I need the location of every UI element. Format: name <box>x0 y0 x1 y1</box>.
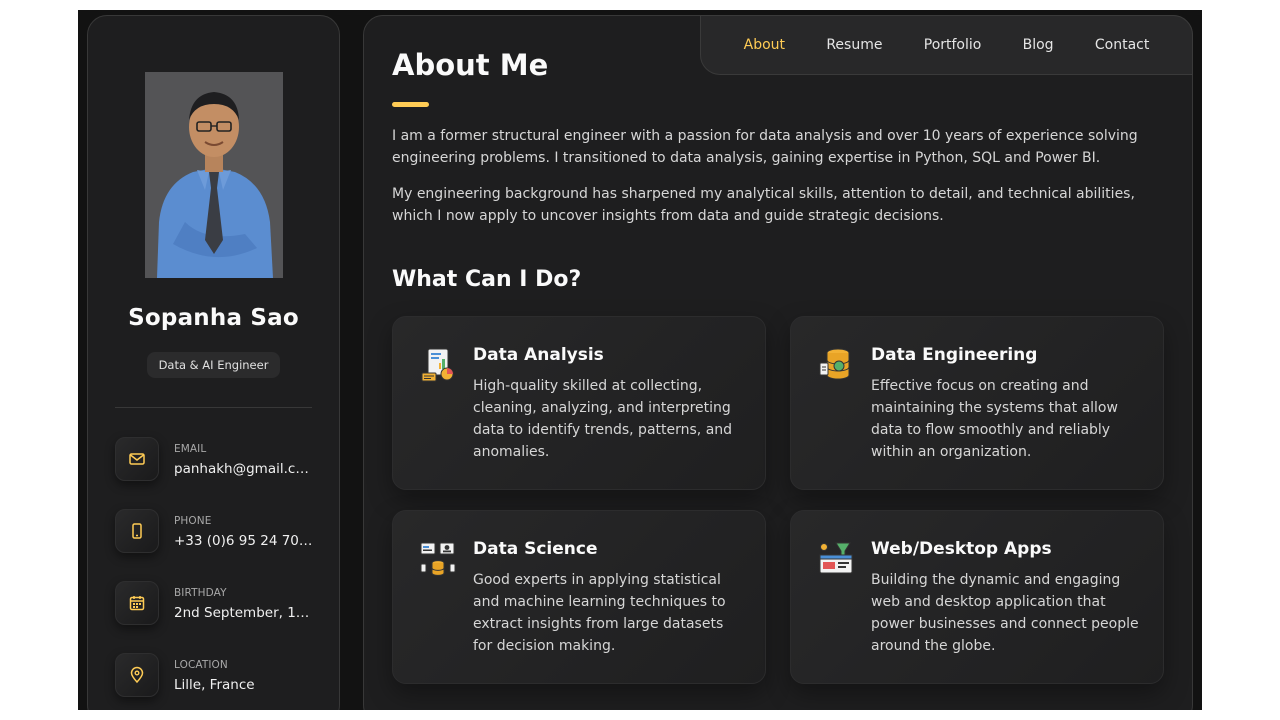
service-card-web-desktop-apps: Web/Desktop Apps Building the dynamic an… <box>790 510 1164 684</box>
contact-email-label: EMAIL <box>174 443 207 455</box>
service-description: Effective focus on creating and maintain… <box>871 378 1118 460</box>
profile-sidebar: Sopanha Sao Data & AI Engineer EMAIL pan… <box>87 15 340 710</box>
avatar <box>145 72 283 278</box>
service-card-data-analysis: Data Analysis High-quality skilled at co… <box>392 316 766 490</box>
contact-birthday-label: BIRTHDAY <box>174 587 227 599</box>
web-app-icon <box>818 541 854 577</box>
page-frame: Sopanha Sao Data & AI Engineer EMAIL pan… <box>78 10 1202 710</box>
top-navbar: About Resume Portfolio Blog Contact <box>700 15 1193 75</box>
service-title: Data Science <box>473 539 598 559</box>
nav-contact[interactable]: Contact <box>1095 37 1149 53</box>
nav-resume[interactable]: Resume <box>826 37 882 53</box>
service-title: Web/Desktop Apps <box>871 539 1052 559</box>
phone-icon <box>115 509 159 553</box>
mail-icon <box>115 437 159 481</box>
service-title: Data Engineering <box>871 345 1038 365</box>
contact-birthday: BIRTHDAY 2nd September, 1987 <box>115 581 325 627</box>
contact-location: LOCATION Lille, France <box>115 653 325 699</box>
main-panel: About Resume Portfolio Blog Contact Abou… <box>363 15 1193 710</box>
data-science-icon <box>420 541 456 577</box>
contact-phone-value[interactable]: +33 (0)6 95 24 70 96 <box>174 533 314 549</box>
about-paragraph-1: I am a former structural engineer with a… <box>392 128 1138 166</box>
service-description: High-quality skilled at collecting, clea… <box>473 378 733 460</box>
contact-location-value: Lille, France <box>174 677 255 693</box>
contact-email-value[interactable]: panhakh@gmail.co... <box>174 461 314 477</box>
contact-phone: PHONE +33 (0)6 95 24 70 96 <box>115 509 325 555</box>
contact-birthday-value: 2nd September, 1987 <box>174 605 314 621</box>
services-heading: What Can I Do? <box>392 267 582 292</box>
page-title: About Me <box>392 48 549 82</box>
nav-blog[interactable]: Blog <box>1023 37 1054 53</box>
nav-about[interactable]: About <box>744 37 785 53</box>
profile-title-badge: Data & AI Engineer <box>147 352 280 378</box>
service-card-data-science: Data Science Good experts in applying st… <box>392 510 766 684</box>
calendar-icon <box>115 581 159 625</box>
contact-phone-label: PHONE <box>174 515 212 527</box>
title-underline <box>392 102 429 107</box>
sidebar-divider <box>115 407 312 408</box>
data-analysis-icon <box>420 347 456 383</box>
service-description: Building the dynamic and engaging web an… <box>871 572 1139 654</box>
service-card-data-engineering: Data Engineering Effective focus on crea… <box>790 316 1164 490</box>
about-paragraph-2: My engineering background has sharpened … <box>392 186 1135 224</box>
database-icon <box>818 347 854 383</box>
contact-location-label: LOCATION <box>174 659 228 671</box>
service-title: Data Analysis <box>473 345 604 365</box>
service-description: Good experts in applying statistical and… <box>473 572 726 654</box>
contact-email: EMAIL panhakh@gmail.co... <box>115 437 325 483</box>
nav-portfolio[interactable]: Portfolio <box>924 37 982 53</box>
location-pin-icon <box>115 653 159 697</box>
profile-name: Sopanha Sao <box>128 305 299 331</box>
